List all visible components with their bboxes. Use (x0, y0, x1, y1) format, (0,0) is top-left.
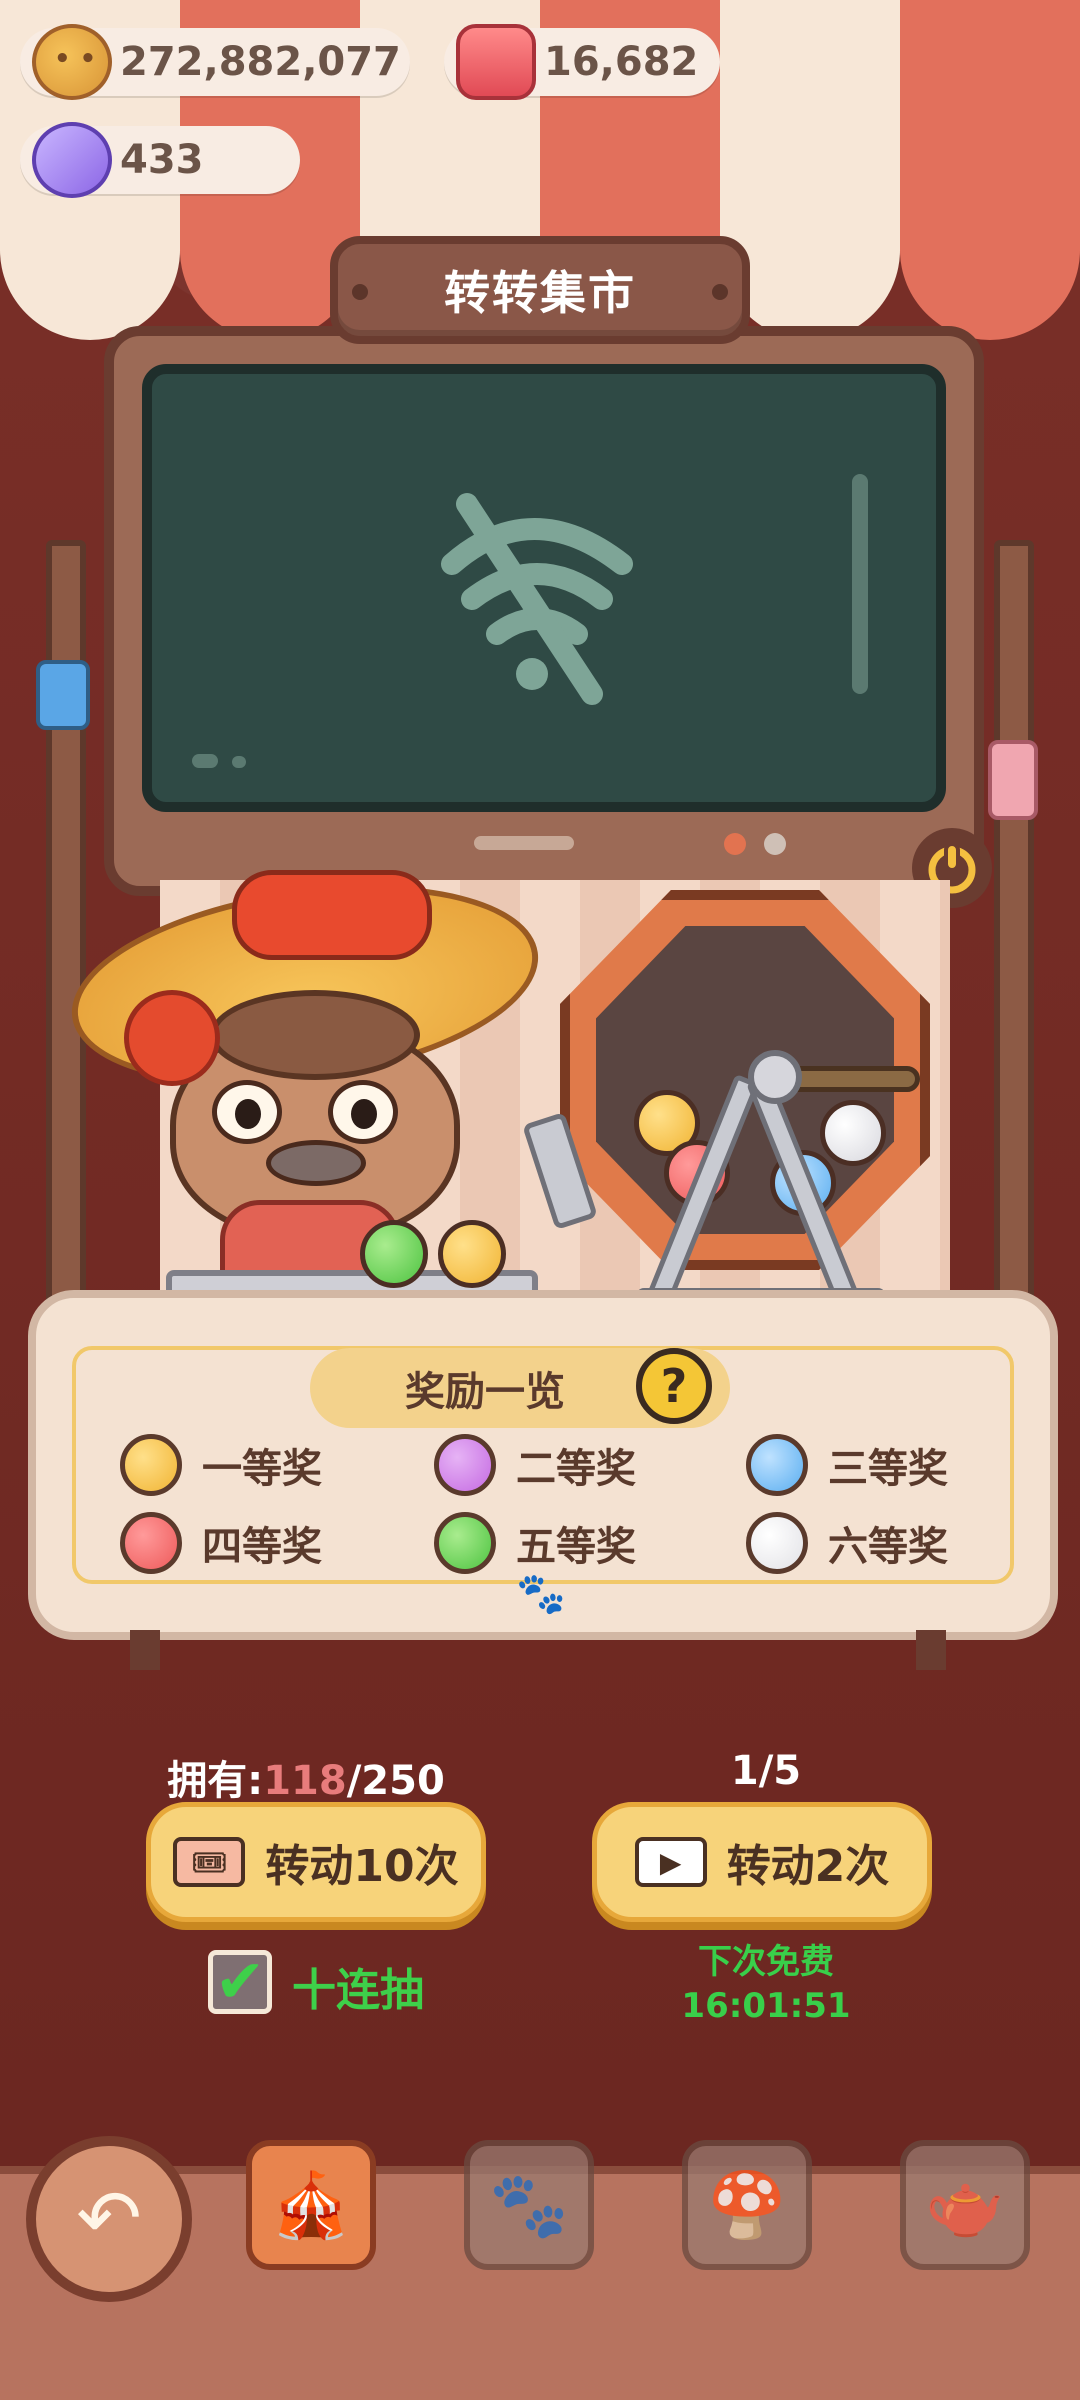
gold-ball (438, 1220, 506, 1288)
tv-screen (142, 364, 946, 812)
prize-1-label: 一等奖 (202, 1446, 322, 1492)
ticket-count-total: /250 (346, 1758, 445, 1804)
ticket-icon: 🎟 (173, 1837, 246, 1887)
green-ball (360, 1220, 428, 1288)
spin-10-button[interactable]: 🎟 转动10次 (146, 1802, 486, 1922)
prize-6-label: 六等奖 (828, 1524, 948, 1570)
ticket-count-prefix: 拥有: (167, 1758, 264, 1804)
candy-amount: 433 (120, 137, 204, 183)
ten-pull-checkbox[interactable]: ✔ (208, 1947, 272, 2017)
market-stall-icon: 🎪 (271, 2168, 351, 2243)
prize-6-ball-icon (746, 1512, 808, 1574)
nav-characters-tab[interactable]: 🐾 (464, 2140, 594, 2270)
nav-teapot-tab[interactable]: 🫖 (900, 2140, 1030, 2270)
free-spin-count-text: 1/5 (730, 1748, 802, 1794)
tv-led-red (724, 833, 746, 855)
tv-frame (104, 326, 992, 908)
ten-pull-label: 十连抽 (292, 1965, 424, 2016)
prize-3-ball-icon (746, 1434, 808, 1496)
spin-2-button[interactable]: ▶ 转动2次 (592, 1802, 932, 1922)
next-free-label: 下次免费 (698, 1942, 834, 1982)
candle-amount: 16,682 (544, 39, 699, 85)
prize-2-ball-icon (434, 1434, 496, 1496)
prize-4-label: 四等奖 (202, 1524, 322, 1570)
flower-icon (124, 990, 220, 1086)
drum-ball-white (820, 1100, 886, 1166)
nav-house-tab[interactable]: 🍄 (682, 2140, 812, 2270)
reward-list-title-text: 奖励一览 (405, 1369, 565, 1415)
paw-icon: 🐾 (516, 1571, 566, 1617)
hanging-tag-icon (988, 740, 1038, 820)
prize-5-ball-icon (434, 1512, 496, 1574)
prize-2: 二等奖 (434, 1434, 636, 1496)
video-ad-icon: ▶ (634, 1837, 707, 1887)
tv-speaker (474, 836, 574, 850)
question-icon: ? (660, 1359, 688, 1413)
stall-post-right (994, 540, 1034, 1330)
back-icon: ↶ (76, 2174, 142, 2264)
character-nose (266, 1140, 366, 1186)
prize-4-ball-icon (120, 1512, 182, 1574)
coin-counter[interactable]: 272,882,077 (20, 24, 410, 100)
next-free-time: 16:01:51 (681, 1986, 851, 2026)
spin-2-label: 转动2次 (726, 1841, 890, 1892)
checkmark-icon: ✔ (214, 1947, 266, 2017)
cookie-icon (32, 24, 112, 100)
page-title-text: 转转集市 (444, 266, 636, 320)
character-eye-left (212, 1080, 282, 1144)
counter-foot-left (130, 1630, 160, 1670)
character-hair (210, 990, 420, 1080)
back-button[interactable]: ↶ (26, 2136, 192, 2302)
candle-icon (456, 24, 536, 100)
prize-5: 五等奖 (434, 1512, 636, 1574)
hanging-bag-icon (36, 660, 90, 730)
candy-counter[interactable]: 433 (20, 122, 300, 198)
machine-crank-hub (748, 1050, 802, 1104)
character-eye-right (328, 1080, 398, 1144)
candy-icon (32, 122, 112, 198)
page-title: 转转集市 (330, 236, 750, 344)
hat-ribbon (232, 870, 432, 960)
prize-5-label: 五等奖 (516, 1524, 636, 1570)
prize-4: 四等奖 (120, 1512, 322, 1574)
next-free-timer: 下次免费 16:01:51 (646, 1940, 886, 2028)
ticket-count: 拥有:118/250 (146, 1748, 466, 1806)
nav-market-tab[interactable]: 🎪 (246, 2140, 376, 2270)
tv-led (764, 833, 786, 855)
mushroom-house-icon: 🍄 (707, 2168, 787, 2243)
teapot-icon: 🫖 (925, 2168, 1005, 2243)
free-spin-count: 1/5 (646, 1748, 886, 1794)
prize-6: 六等奖 (746, 1512, 948, 1574)
characters-icon: 🐾 (489, 2168, 569, 2243)
stall-post-left (46, 540, 86, 1330)
prize-2-label: 二等奖 (516, 1446, 636, 1492)
wifi-off-icon (192, 474, 868, 768)
help-button[interactable]: ? (636, 1348, 712, 1424)
spin-10-label: 转动10次 (265, 1841, 459, 1892)
ticket-count-owned: 118 (263, 1758, 347, 1804)
prize-3: 三等奖 (746, 1434, 948, 1496)
coin-amount: 272,882,077 (120, 39, 401, 85)
candle-counter[interactable]: 16,682 (444, 24, 720, 100)
prize-1-ball-icon (120, 1434, 182, 1496)
prize-3-label: 三等奖 (828, 1446, 948, 1492)
counter-foot-right (916, 1630, 946, 1670)
prize-1: 一等奖 (120, 1434, 322, 1496)
